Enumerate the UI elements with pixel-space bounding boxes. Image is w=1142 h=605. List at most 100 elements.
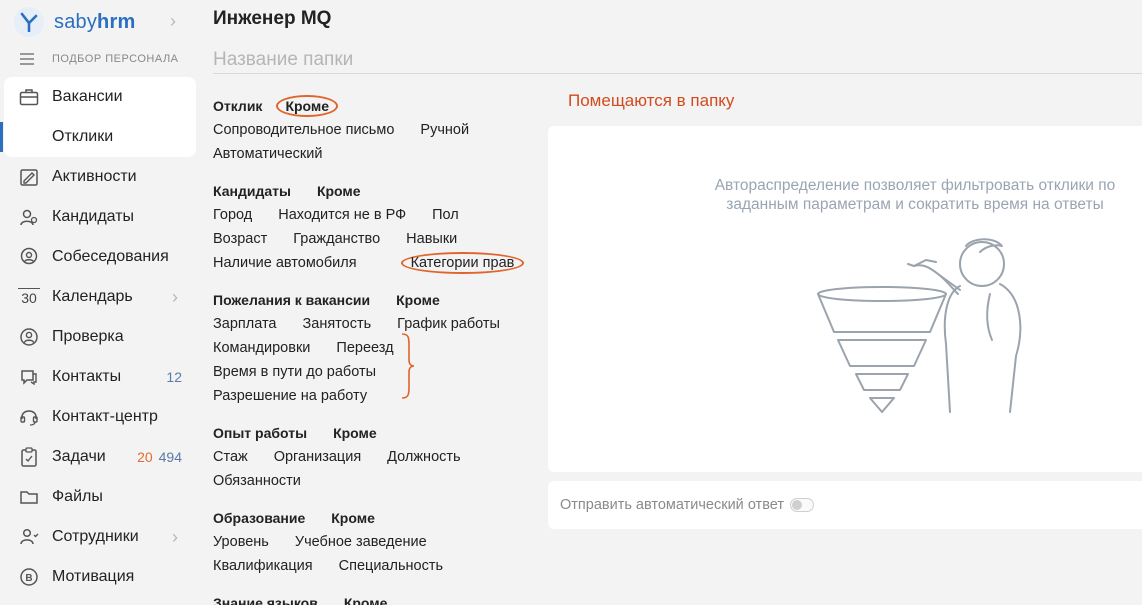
- sidebar-item-label: Собеседования: [52, 248, 169, 265]
- menu-icon[interactable]: [20, 53, 34, 65]
- filter-option[interactable]: Гражданство: [293, 231, 380, 247]
- filter-option[interactable]: Ручной: [420, 122, 469, 138]
- sidebar-nav: Вакансии Отклики Активности Кандидаты Со…: [0, 77, 200, 597]
- filter-option[interactable]: Зарплата: [213, 316, 277, 332]
- filter-option[interactable]: График работы: [397, 316, 500, 332]
- filter-group-title: Знание языков: [213, 595, 318, 605]
- page-title: Инженер MQ: [213, 8, 332, 29]
- auto-reply-row[interactable]: Отправить автоматический ответ: [548, 481, 1142, 529]
- target-folder-title: Помещаются в папку: [568, 91, 735, 110]
- section-label: ПОДБОР ПЕРСОНАЛА: [52, 53, 179, 65]
- sidebar-item-employees[interactable]: Сотрудники ›: [0, 517, 200, 557]
- except-button[interactable]: Кроме: [331, 510, 375, 526]
- filter-option[interactable]: Учебное заведение: [295, 534, 427, 550]
- empty-state-text: Автораспределение позволяет фильтровать …: [714, 177, 1116, 213]
- sidebar-item-candidates[interactable]: Кандидаты: [0, 197, 200, 237]
- filter-groups: Отклик Кроме Сопроводительное письмо Руч…: [213, 94, 543, 605]
- filter-option[interactable]: Командировки: [213, 340, 310, 356]
- sidebar-item-motivation[interactable]: B Мотивация: [0, 557, 200, 597]
- filter-option[interactable]: Обязанности: [213, 473, 301, 489]
- sidebar-item-label: Контакты: [52, 368, 122, 385]
- filter-option-highlighted[interactable]: Категории прав: [400, 252, 525, 274]
- filter-option[interactable]: Навыки: [406, 231, 457, 247]
- auto-reply-toggle[interactable]: [789, 498, 814, 512]
- sidebar-item-contacts[interactable]: Контакты 12: [0, 357, 200, 397]
- calendar-icon: 30: [18, 288, 40, 306]
- check-icon: [18, 326, 40, 348]
- filter-option[interactable]: Квалификация: [213, 558, 313, 574]
- tasks-count: 20 494: [137, 449, 182, 465]
- filter-option[interactable]: Уровень: [213, 534, 269, 550]
- filter-group-title: Образование: [213, 510, 306, 526]
- filter-group-title: Пожелания к вакансии: [213, 292, 371, 308]
- filter-option[interactable]: Специальность: [339, 558, 443, 574]
- filter-option[interactable]: Переезд: [336, 340, 393, 356]
- activity-icon: [18, 166, 40, 188]
- filter-option[interactable]: Разрешение на работу: [213, 388, 367, 404]
- sidebar-item-calendar[interactable]: 30 Календарь ›: [0, 277, 200, 317]
- logo-text: sabyhrm: [54, 10, 136, 33]
- sidebar-item-files[interactable]: Файлы: [0, 477, 200, 517]
- sidebar-item-tasks[interactable]: Задачи 20 494: [0, 437, 200, 477]
- filter-group-experience: Опыт работы Кроме Стаж Организация Должн…: [213, 421, 543, 493]
- section-header[interactable]: ПОДБОР ПЕРСОНАЛА: [0, 44, 200, 74]
- filter-group-title: Отклик: [213, 98, 263, 114]
- sidebar: sabyhrm › ПОДБОР ПЕРСОНАЛА Вакансии Откл…: [0, 0, 200, 605]
- filter-option[interactable]: Город: [213, 207, 252, 223]
- filter-group-preferences: Пожелания к вакансии Кроме Зарплата Заня…: [213, 288, 543, 408]
- sidebar-item-label: Проверка: [52, 328, 124, 345]
- filter-group-title: Кандидаты: [213, 183, 291, 199]
- filter-option[interactable]: Занятость: [303, 316, 372, 332]
- filter-option[interactable]: Должность: [387, 449, 460, 465]
- except-button[interactable]: Кроме: [333, 425, 377, 441]
- filter-group-candidates: Кандидаты Кроме Город Находится не в РФ …: [213, 179, 543, 275]
- logo[interactable]: sabyhrm ›: [0, 0, 200, 44]
- briefcase-icon: [18, 86, 40, 108]
- filter-option[interactable]: Находится не в РФ: [278, 207, 406, 223]
- chevron-right-icon[interactable]: ›: [172, 287, 178, 308]
- folder-name-input[interactable]: [213, 46, 1142, 74]
- except-button[interactable]: Кроме: [276, 95, 339, 117]
- brace-annotation-icon: [401, 333, 415, 399]
- sidebar-item-label: Задачи: [52, 448, 106, 465]
- filter-group-title: Опыт работы: [213, 425, 308, 441]
- sidebar-item-vacancies[interactable]: Вакансии: [0, 77, 200, 117]
- filter-group-response: Отклик Кроме Сопроводительное письмо Руч…: [213, 94, 543, 166]
- candidates-icon: [18, 206, 40, 228]
- contacts-icon: [18, 366, 40, 388]
- except-button[interactable]: Кроме: [317, 183, 361, 199]
- filter-option[interactable]: Стаж: [213, 449, 248, 465]
- main-panel: Инженер MQ Отклик Кроме Сопроводительное…: [200, 0, 1142, 605]
- distribution-card: Автораспределение позволяет фильтровать …: [548, 126, 1142, 472]
- except-button[interactable]: Кроме: [396, 292, 440, 308]
- files-icon: [18, 486, 40, 508]
- tasks-icon: [18, 446, 40, 468]
- filter-option[interactable]: Время в пути до работы: [213, 364, 376, 380]
- sidebar-item-label: Контакт-центр: [52, 408, 158, 425]
- headset-icon: [18, 406, 40, 428]
- filter-option[interactable]: Возраст: [213, 231, 267, 247]
- sidebar-item-label: Вакансии: [52, 88, 123, 105]
- filter-option[interactable]: Автоматический: [213, 146, 322, 162]
- chevron-right-icon[interactable]: ›: [170, 11, 176, 32]
- filter-option[interactable]: Наличие автомобиля: [213, 255, 357, 271]
- contacts-count: 12: [166, 369, 182, 385]
- interview-icon: [18, 246, 40, 268]
- filter-option[interactable]: Пол: [432, 207, 459, 223]
- filter-option[interactable]: Организация: [274, 449, 361, 465]
- filter-option[interactable]: Сопроводительное письмо: [213, 122, 394, 138]
- sidebar-item-label: Файлы: [52, 488, 103, 505]
- except-button[interactable]: Кроме: [344, 595, 388, 605]
- svg-text:B: B: [25, 573, 32, 584]
- sidebar-item-check[interactable]: Проверка: [0, 317, 200, 357]
- sidebar-item-label: Отклики: [52, 128, 114, 145]
- sidebar-item-label: Сотрудники: [52, 528, 139, 545]
- sidebar-item-responses[interactable]: Отклики: [0, 117, 200, 157]
- chevron-right-icon[interactable]: ›: [172, 527, 178, 548]
- auto-reply-label: Отправить автоматический ответ: [560, 497, 784, 513]
- employees-icon: [18, 526, 40, 548]
- funnel-illustration-icon: [817, 238, 1022, 413]
- sidebar-item-contact-center[interactable]: Контакт-центр: [0, 397, 200, 437]
- sidebar-item-interviews[interactable]: Собеседования: [0, 237, 200, 277]
- sidebar-item-activities[interactable]: Активности: [0, 157, 200, 197]
